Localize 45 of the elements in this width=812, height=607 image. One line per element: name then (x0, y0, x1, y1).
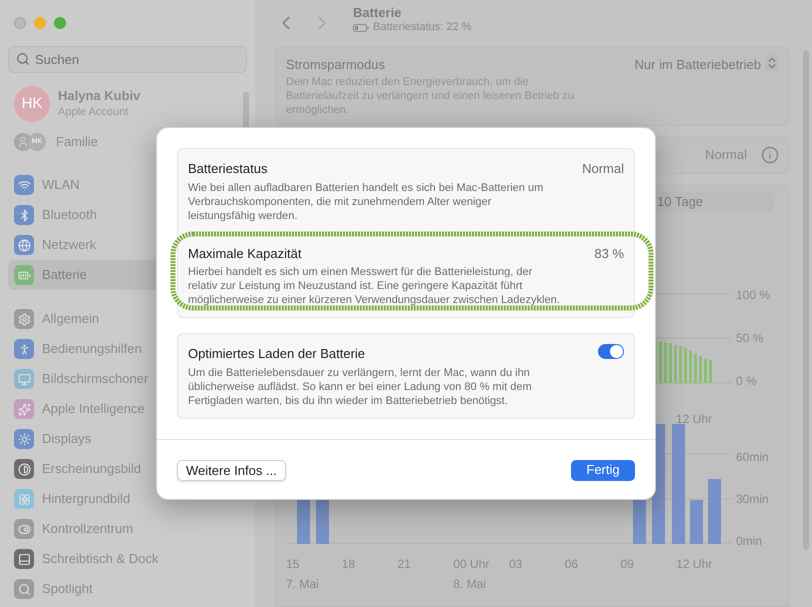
sidebar-item[interactable]: Schreibtisch & Dock (8, 544, 247, 574)
chart-bar (669, 342, 672, 382)
more-info-button[interactable]: Weitere Infos ... (177, 460, 286, 480)
account-name: Halyna Kubiv (58, 88, 140, 104)
chart-bar (659, 341, 662, 382)
chart-bar (690, 500, 703, 544)
search-icon (16, 52, 30, 66)
section-title: Maximale Kapazität (188, 244, 302, 263)
setting-title: Stromsparmodus (286, 56, 386, 74)
zoom-button[interactable] (54, 17, 66, 29)
sidebar-item[interactable]: Kontrollzentrum (8, 514, 247, 544)
page-title: Batterie (353, 5, 402, 20)
chart-bar (664, 342, 667, 382)
chevrons-icon (765, 55, 779, 71)
search-field[interactable]: Suchen (8, 46, 247, 73)
chart-bar (689, 350, 692, 382)
sidebar-item[interactable]: Spotlight (8, 574, 247, 604)
sidebar-item[interactable]: Familie (56, 132, 98, 152)
battery-status: Batteriestatus: 22 % (373, 20, 472, 35)
chart-bar (679, 346, 682, 382)
chart-bar (674, 344, 677, 382)
avatar[interactable]: HK (14, 86, 50, 122)
section-description: Wie bei allen aufladbaren Batterien handelt es sich bei Mac-Batterien um Verbrauchskomponenten, die mit zunehmendem Alter weniger leistungsfähig werden. (188, 180, 544, 222)
chart-bar (708, 478, 721, 544)
section-title: Optimiertes Laden der Batterie (188, 345, 366, 363)
chart-bar (704, 358, 707, 382)
sidebar-item[interactable]: Displays (8, 424, 247, 454)
toggle-switch[interactable] (598, 344, 624, 359)
chart-bar (694, 352, 697, 382)
section-description: Um die Batterielebensdauer zu verlängern, lernt der Mac, wann du ihn üblicherweise auflädst. So kann er bei einer Ladung von 80 % mit dem Fertigladen warten, bis du ihn wieder im Batteriebetrieb benötigst. (188, 366, 533, 408)
chart-bar (709, 359, 712, 382)
member-avatar (14, 133, 32, 151)
chart-bar (699, 356, 702, 382)
sidebar-item[interactable]: Hintergrundbild (8, 484, 247, 514)
section-value: 83 % (594, 244, 624, 262)
section-title: Batteriestatus (188, 160, 268, 178)
close-button[interactable] (14, 17, 26, 29)
battery-icon (353, 24, 369, 32)
mode-dropdown[interactable]: Nur im Batteriebetrieb (634, 55, 779, 75)
info-icon[interactable] (761, 146, 779, 164)
chart-bar (684, 347, 687, 382)
section-value: Normal (582, 160, 624, 178)
range-segment[interactable]: 10 Tage (653, 192, 773, 212)
minimize-button[interactable] (34, 17, 46, 29)
done-button[interactable]: Fertig (571, 460, 635, 480)
